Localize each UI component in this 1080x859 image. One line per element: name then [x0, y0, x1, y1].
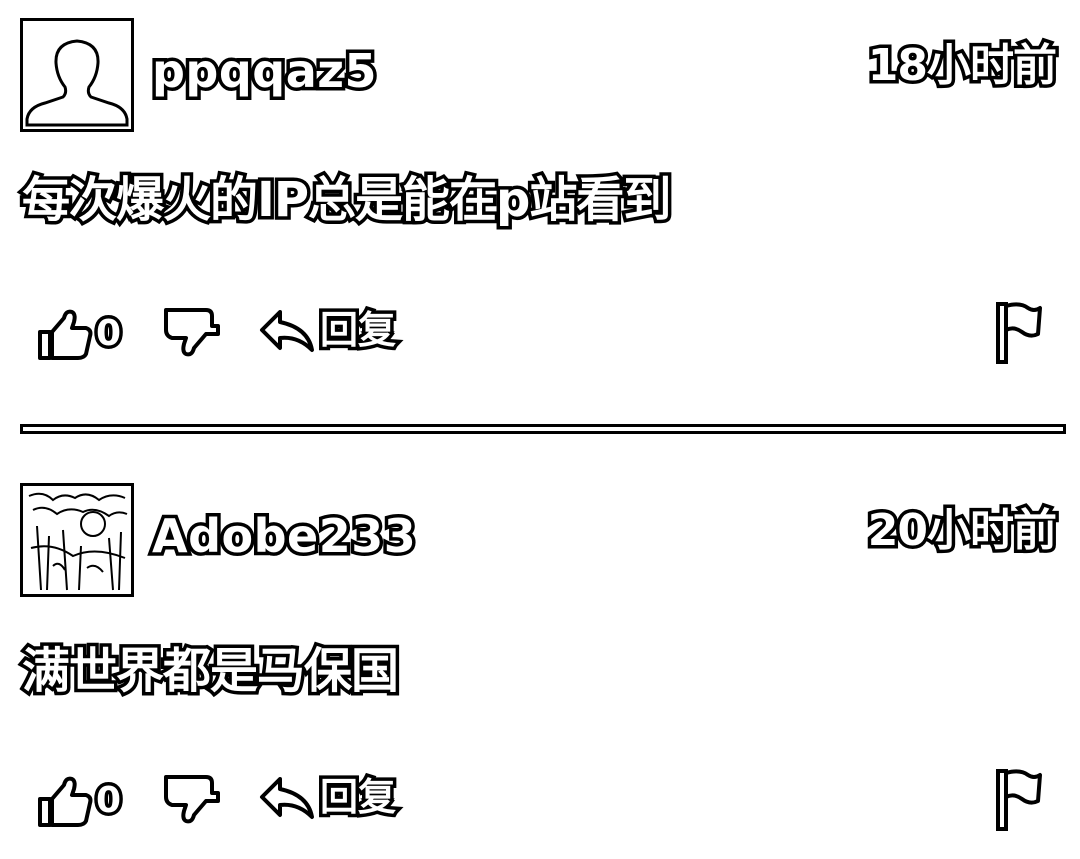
username[interactable]: Adobe233 — [148, 510, 419, 563]
like-count: 0 — [92, 312, 124, 355]
reply-label: 回复 — [316, 775, 399, 820]
dislike-button[interactable] — [162, 771, 222, 827]
username[interactable]: ppqqaz5 — [148, 45, 380, 98]
reply-arrow-icon — [258, 306, 316, 354]
flag-icon — [994, 767, 1044, 831]
thumbs-up-icon — [36, 306, 94, 362]
action-bar: 0 回复 — [0, 765, 1080, 835]
comment-text: 每次爆火的IP总是能在p站看到 — [18, 172, 674, 228]
comment-item: ppqqaz5 18小时前 每次爆火的IP总是能在p站看到 0 回复 — [0, 0, 1080, 415]
thumbs-down-icon — [162, 771, 222, 827]
report-button[interactable] — [994, 300, 1044, 364]
user-photo-icon — [28, 492, 128, 591]
flag-icon — [994, 300, 1044, 364]
avatar[interactable] — [20, 18, 134, 132]
timestamp: 20小时前 — [864, 505, 1060, 556]
action-bar: 0 回复 — [0, 298, 1080, 368]
like-button[interactable]: 0 — [36, 773, 125, 829]
thumbs-down-icon — [162, 304, 222, 360]
comment-text: 满世界都是马保国 — [18, 643, 402, 699]
like-button[interactable]: 0 — [36, 306, 125, 362]
thumbs-up-icon — [36, 773, 94, 829]
timestamp: 18小时前 — [864, 40, 1060, 91]
reply-label: 回复 — [316, 308, 399, 353]
report-button[interactable] — [994, 767, 1044, 831]
comment-item: Adobe233 20小时前 满世界都是马保国 0 回复 — [0, 465, 1080, 859]
reply-button[interactable]: 回复 — [258, 773, 400, 821]
reply-arrow-icon — [258, 773, 316, 821]
dislike-button[interactable] — [162, 304, 222, 360]
like-count: 0 — [92, 779, 124, 822]
reply-button[interactable]: 回复 — [258, 306, 400, 354]
comment-divider — [20, 424, 1066, 434]
user-silhouette-icon — [25, 39, 129, 127]
avatar[interactable] — [20, 483, 134, 597]
